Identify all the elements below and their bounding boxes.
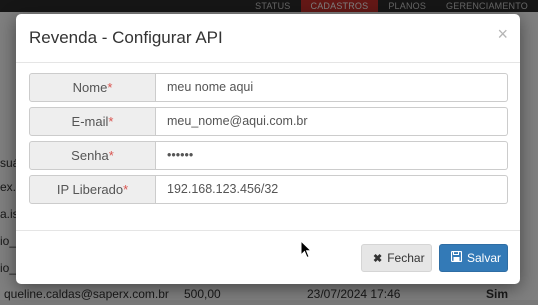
- nome-input[interactable]: [156, 73, 508, 102]
- senha-label: Senha*: [29, 141, 156, 170]
- close-icon[interactable]: ×: [497, 24, 508, 44]
- times-icon: ✖: [373, 252, 383, 265]
- modal-body: Nome* E-mail* Senha* IP Liberado*: [29, 73, 508, 209]
- form-row-ip: IP Liberado*: [29, 175, 508, 204]
- ip-input[interactable]: [156, 175, 508, 204]
- email-label: E-mail*: [29, 107, 156, 136]
- form-row-nome: Nome*: [29, 73, 508, 102]
- nome-label: Nome*: [29, 73, 156, 102]
- ip-label: IP Liberado*: [29, 175, 156, 204]
- modal-title: Revenda - Configurar API: [29, 28, 223, 47]
- form-row-senha: Senha*: [29, 141, 508, 170]
- fechar-button[interactable]: ✖ Fechar: [361, 244, 432, 272]
- configure-api-modal: Revenda - Configurar API × Nome* E-mail*…: [16, 14, 520, 284]
- modal-header: Revenda - Configurar API ×: [16, 14, 520, 63]
- senha-input[interactable]: [156, 141, 508, 170]
- required-marker: *: [107, 80, 113, 95]
- salvar-button[interactable]: Salvar: [439, 244, 508, 272]
- floppy-disk-icon: [450, 250, 463, 265]
- salvar-label: Salvar: [467, 251, 502, 265]
- required-marker: *: [123, 182, 129, 197]
- form-row-email: E-mail*: [29, 107, 508, 136]
- fechar-label: Fechar: [387, 251, 425, 265]
- modal-footer: ✖ Fechar Salvar: [16, 230, 520, 285]
- email-input[interactable]: [156, 107, 508, 136]
- mouse-cursor-icon: [300, 240, 312, 259]
- required-marker: *: [108, 148, 114, 163]
- required-marker: *: [108, 114, 114, 129]
